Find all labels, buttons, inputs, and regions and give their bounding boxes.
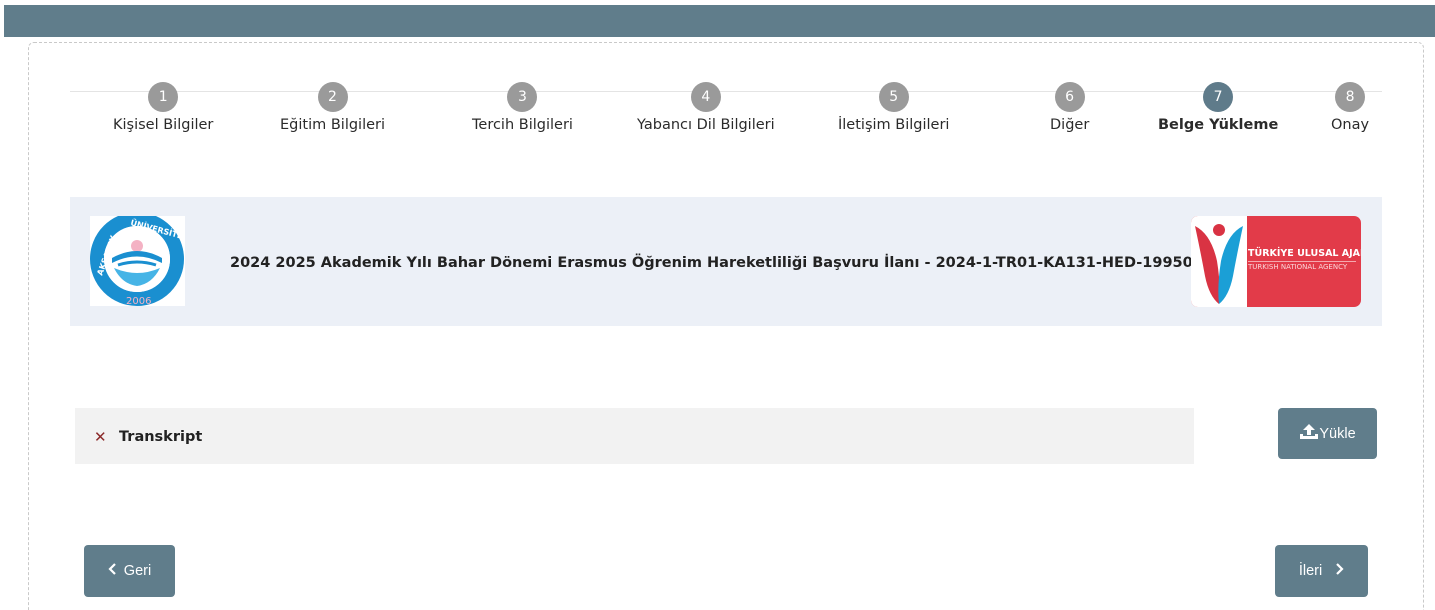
chevron-left-icon <box>108 563 116 579</box>
next-button-label: İleri <box>1298 563 1323 579</box>
step-number: 8 <box>1335 82 1366 112</box>
step-label: Belge Yükleme <box>1158 117 1279 133</box>
step-label: Diğer <box>1050 117 1090 133</box>
step-number: 3 <box>507 82 538 112</box>
agency-title: TÜRKİYE ULUSAL AJANSI <box>1248 248 1361 259</box>
chevron-right-icon <box>1336 563 1344 579</box>
upload-button[interactable]: Yükle <box>1278 408 1377 459</box>
back-button[interactable]: Geri <box>84 545 175 597</box>
agency-divider <box>1248 261 1356 262</box>
step-belge-yukleme[interactable]: 7 Belge Yükleme <box>1158 82 1278 133</box>
document-label: Transkript <box>119 429 203 445</box>
step-number: 6 <box>1054 82 1085 112</box>
step-label: Yabancı Dil Bilgileri <box>637 117 775 133</box>
svg-text:2006: 2006 <box>126 296 151 306</box>
top-bar <box>4 5 1435 37</box>
upload-button-label: Yükle <box>1319 425 1356 442</box>
step-label: İletişim Bilgileri <box>838 117 950 133</box>
step-tercih-bilgileri[interactable]: 3 Tercih Bilgileri <box>472 82 573 133</box>
step-iletisim-bilgileri[interactable]: 5 İletişim Bilgileri <box>838 82 949 133</box>
national-agency-logo: TÜRKİYE ULUSAL AJANSI TURKISH NATIONAL A… <box>1191 216 1361 307</box>
back-button-label: Geri <box>123 563 152 579</box>
step-diger[interactable]: 6 Diğer <box>1050 82 1089 133</box>
agency-subtitle: TURKISH NATIONAL AGENCY <box>1248 263 1348 271</box>
step-label: Eğitim Bilgileri <box>280 117 386 133</box>
next-button[interactable]: İleri <box>1275 545 1368 597</box>
step-egitim-bilgileri[interactable]: 2 Eğitim Bilgileri <box>280 82 385 133</box>
step-onay[interactable]: 8 Onay <box>1331 82 1369 133</box>
upload-icon <box>1299 423 1319 445</box>
step-label: Kişisel Bilgiler <box>113 117 214 133</box>
step-number: 4 <box>690 82 721 112</box>
step-number: 2 <box>317 82 348 112</box>
step-kisisel-bilgiler[interactable]: 1 Kişisel Bilgiler <box>113 82 213 133</box>
document-row-transkript <box>75 408 1194 464</box>
university-logo: AKSARAY ÜNİVERSİTESİ 2006 <box>90 212 192 307</box>
step-number: 5 <box>878 82 909 112</box>
announcement-title: 2024 2025 Akademik Yılı Bahar Dönemi Era… <box>230 255 1203 271</box>
step-label: Tercih Bilgileri <box>472 117 573 133</box>
step-number: 7 <box>1203 82 1234 112</box>
step-number: 1 <box>148 82 179 112</box>
step-yabanci-dil-bilgileri[interactable]: 4 Yabancı Dil Bilgileri <box>637 82 775 133</box>
step-label: Onay <box>1331 117 1370 133</box>
x-icon: ✕ <box>94 428 107 446</box>
